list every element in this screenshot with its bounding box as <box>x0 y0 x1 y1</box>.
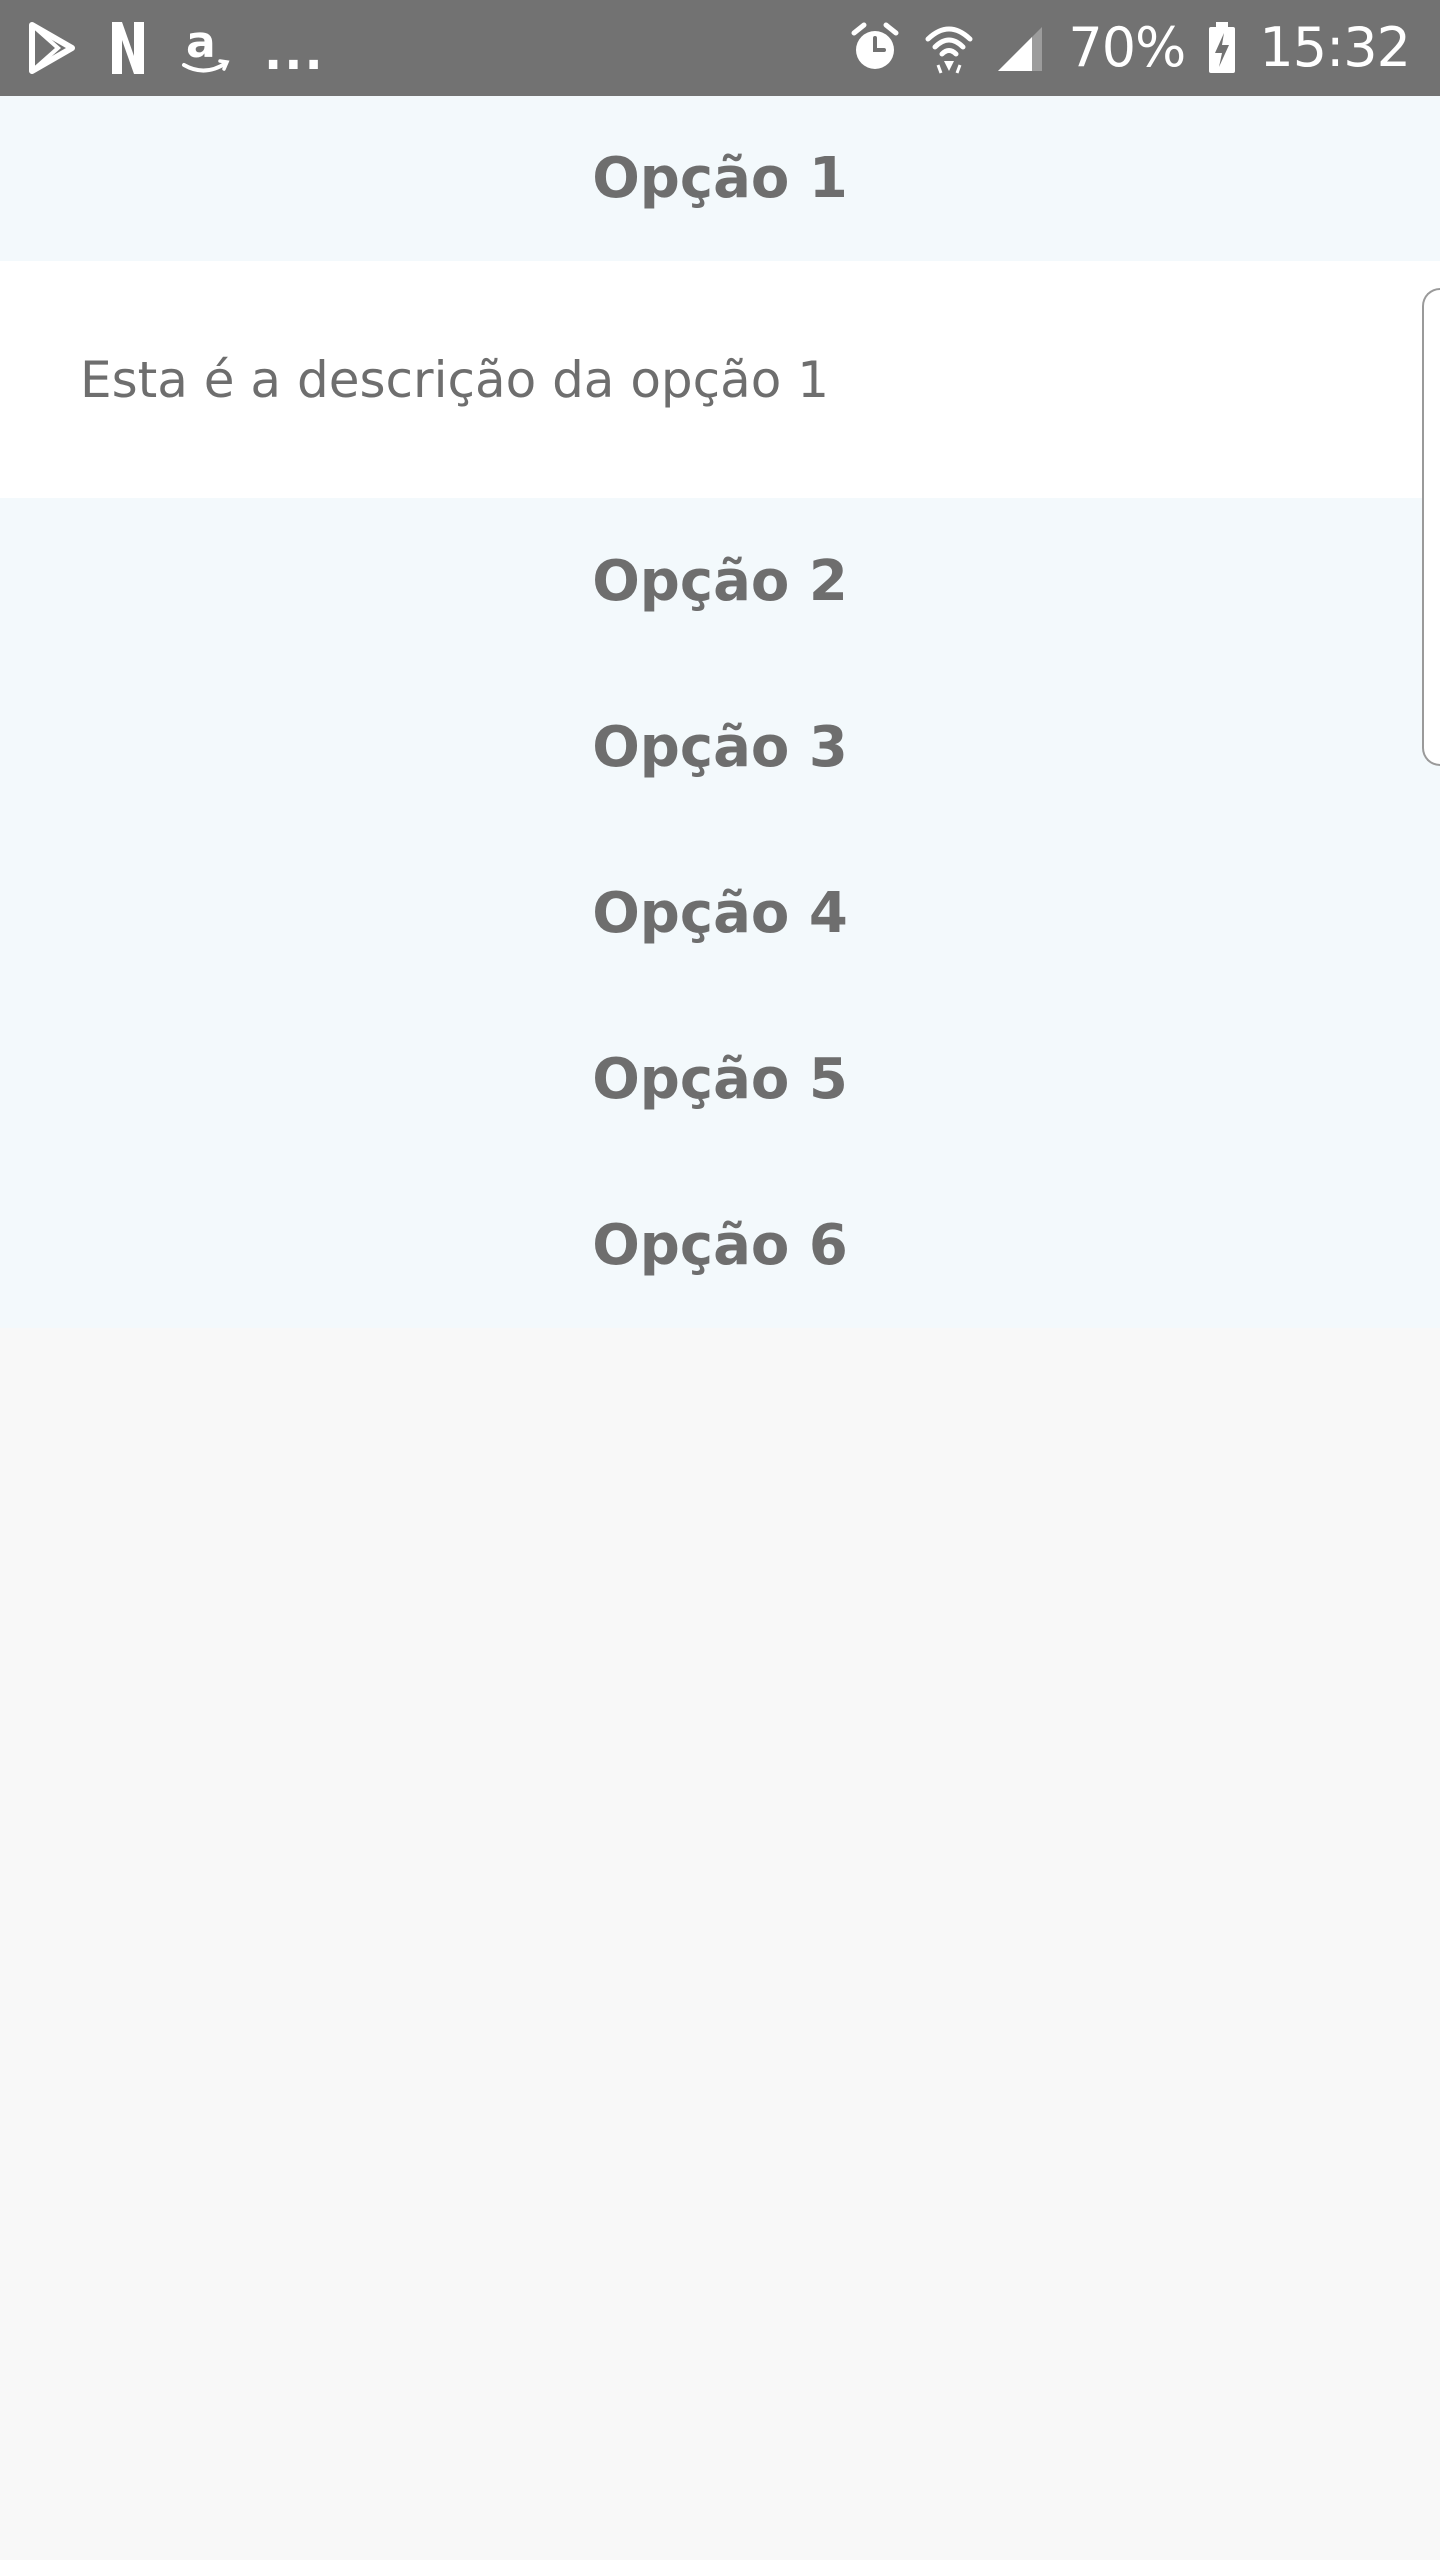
accordion-header-option-1[interactable]: Opção 1 <box>0 96 1440 261</box>
accordion-header-option-3[interactable]: Opção 3 <box>0 664 1440 830</box>
accordion-header-option-5[interactable]: Opção 5 <box>0 996 1440 1162</box>
amazon-icon: a <box>180 19 230 77</box>
wifi-icon <box>924 21 974 75</box>
accordion-header-option-4[interactable]: Opção 4 <box>0 830 1440 996</box>
option-1-description: Esta é a descrição da opção 1 <box>80 350 830 409</box>
clock-time: 15:32 <box>1259 16 1411 79</box>
accordion-panel-option-1: Esta é a descrição da opção 1 <box>0 261 1440 498</box>
svg-text:a: a <box>186 19 216 68</box>
accordion-header-option-6[interactable]: Opção 6 <box>0 1162 1440 1328</box>
battery-charging-icon <box>1207 21 1237 75</box>
edge-panel-handle[interactable] <box>1422 288 1440 766</box>
play-store-icon <box>28 22 76 74</box>
signal-icon <box>996 23 1046 73</box>
accordion-header-option-2[interactable]: Opção 2 <box>0 498 1440 664</box>
status-bar-left: a ... <box>28 0 325 96</box>
more-notifications-indicator: ... <box>264 25 325 81</box>
options-accordion: Opção 1 Esta é a descrição da opção 1 Op… <box>0 96 1440 1328</box>
alarm-icon <box>848 21 902 75</box>
n-icon <box>110 20 146 76</box>
status-bar: a ... 70% 15:32 <box>0 0 1440 96</box>
battery-percentage: 70% <box>1068 16 1186 79</box>
status-bar-right: 70% 15:32 <box>848 0 1411 96</box>
